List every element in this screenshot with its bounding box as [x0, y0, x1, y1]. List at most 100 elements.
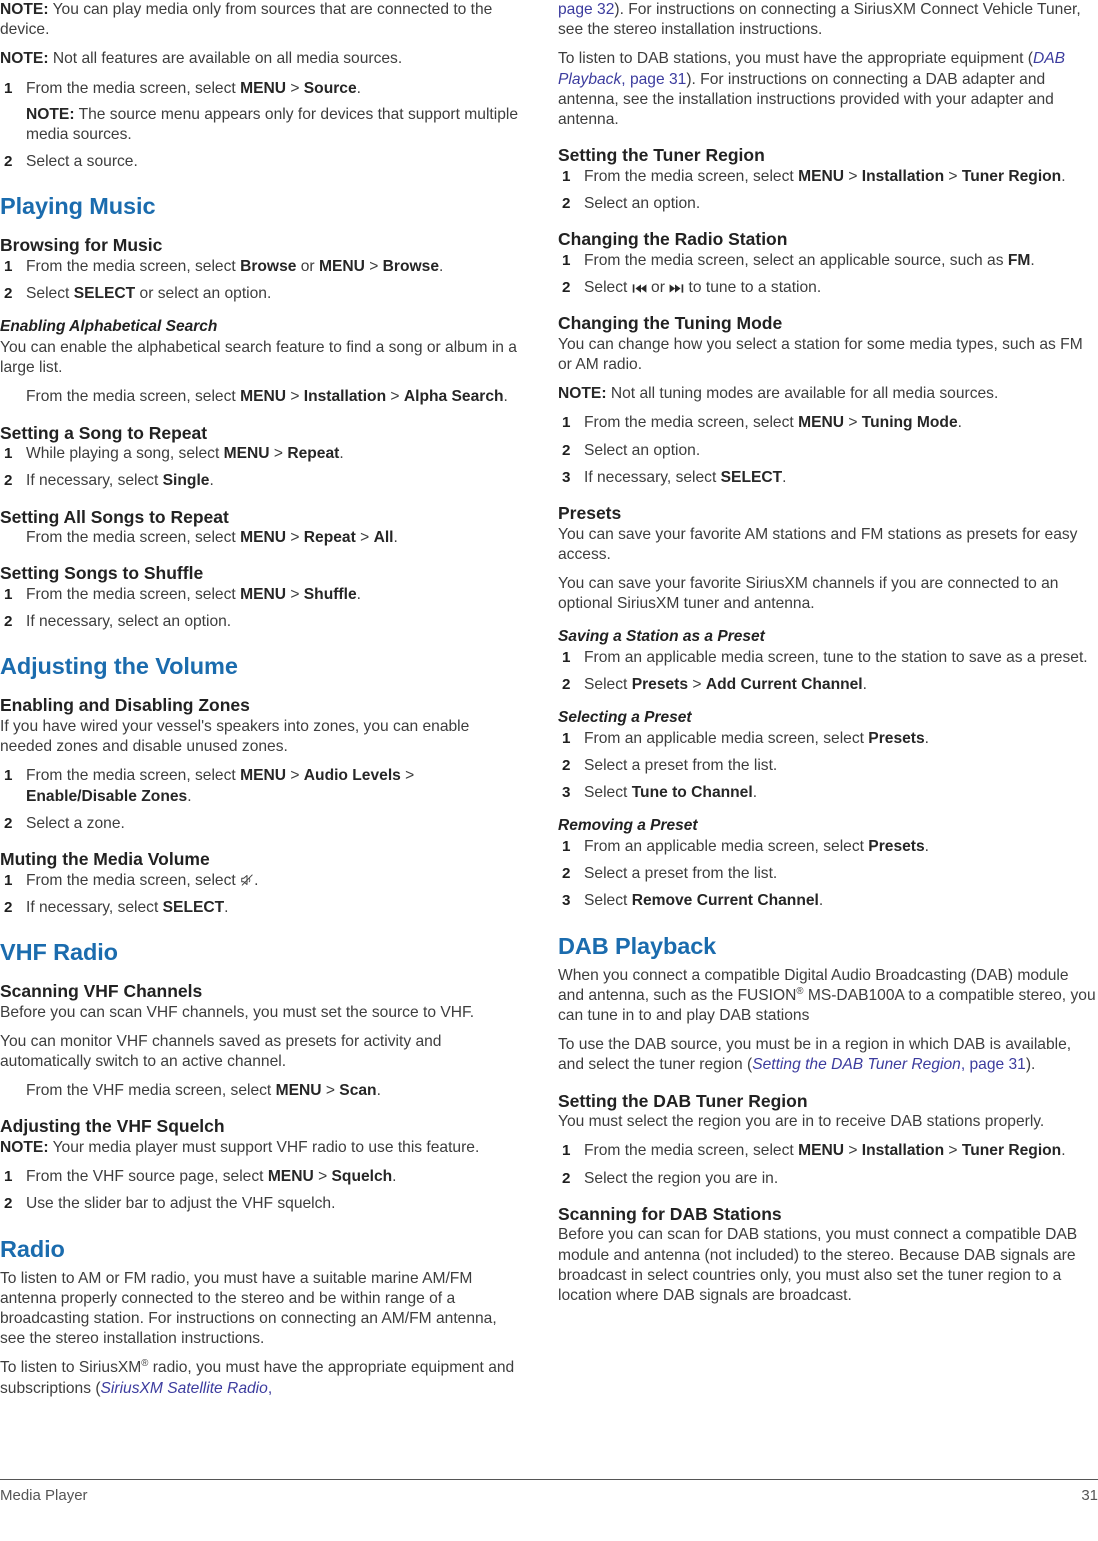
step-text: From an applicable media screen, select: [584, 838, 869, 856]
step-text: If necessary, select an option.: [26, 613, 232, 631]
step-text: From an applicable media screen, select: [584, 729, 869, 747]
separator: >: [355, 529, 374, 547]
step-text: From the VHF media screen, select: [26, 1082, 276, 1100]
list-item: Select a preset from the list.: [558, 864, 1098, 884]
tuning-mode-keyword: Tuning Mode: [861, 414, 958, 432]
installation-keyword: Installation: [861, 167, 945, 185]
scan-keyword: Scan: [339, 1082, 377, 1100]
presets-keyword: Presets: [868, 729, 925, 747]
list-item: From an applicable media screen, tune to…: [558, 648, 1098, 668]
period: .: [376, 1082, 381, 1100]
step-text: Select an option.: [584, 194, 701, 212]
subsection-heading-tuning-mode: Changing the Tuning Mode: [558, 313, 783, 334]
browse-keyword: Browse: [382, 257, 439, 275]
note-text: The source menu appears only for devices…: [26, 105, 519, 143]
period: .: [1030, 251, 1035, 269]
skip-backward-icon: [632, 283, 647, 294]
tuner-region-keyword: Tuner Region: [961, 167, 1062, 185]
scanning-vhf-step: From the VHF media screen, select MENU >…: [0, 1081, 521, 1101]
step-text: From the media screen, select: [26, 257, 241, 275]
radio-text: To listen to SiriusXM: [0, 1359, 142, 1377]
scanning-dab-intro: Before you can scan for DAB stations, yo…: [558, 1226, 1078, 1304]
step-text: Select a source.: [26, 153, 138, 171]
radio-p1: To listen to AM or FM radio, you must ha…: [0, 1269, 497, 1348]
cross-reference-comma: ,: [621, 70, 630, 88]
cross-reference-page[interactable]: page 31: [969, 1056, 1025, 1073]
step-text: Select a zone.: [26, 814, 125, 832]
dab-tuner-region-steps: From the media screen, select MENU > Ins…: [558, 1141, 1098, 1188]
audio-levels-keyword: Audio Levels: [303, 767, 401, 785]
list-item: If necessary, select an option.: [0, 612, 521, 632]
footer-section-title: Media Player: [0, 1487, 88, 1504]
tuner-region-steps: From the media screen, select MENU > Ins…: [558, 167, 1098, 214]
note-label: NOTE:: [0, 50, 49, 68]
menu-keyword: MENU: [267, 1168, 314, 1186]
step-text: Select: [584, 784, 632, 802]
note-text: Not all features are available on all me…: [48, 50, 403, 68]
menu-keyword: MENU: [798, 414, 844, 432]
period: .: [224, 898, 229, 916]
note-text: Your media player must support VHF radio…: [48, 1139, 480, 1157]
note-label: NOTE:: [0, 1139, 49, 1157]
page-footer: Media Player 31: [0, 1479, 1098, 1523]
list-item: From the media screen, select .: [0, 871, 521, 891]
list-item: From the VHF source page, select MENU > …: [0, 1167, 521, 1187]
dab-tuner-region-intro: You must select the region you are in to…: [558, 1113, 1045, 1131]
step-text: From the media screen, select: [26, 79, 241, 97]
cross-reference-link[interactable]: Setting the DAB Tuner Region: [752, 1056, 961, 1073]
step-text: Select an option.: [584, 441, 701, 459]
menu-keyword: MENU: [240, 388, 286, 406]
list-item: Select SELECT or select an option.: [0, 284, 521, 304]
step-text: From the media screen, select: [26, 388, 241, 406]
period: .: [752, 784, 758, 802]
note-label: NOTE:: [558, 385, 607, 403]
select-keyword: SELECT: [720, 468, 783, 486]
zones-intro: If you have wired your vessel's speakers…: [0, 718, 470, 756]
note-label: NOTE:: [0, 1, 49, 18]
presets-p2: You can save your favorite SiriusXM chan…: [558, 574, 1059, 613]
squelch-steps: From the VHF source page, select MENU > …: [0, 1167, 521, 1214]
cross-reference-link[interactable]: SiriusXM Satellite Radio: [101, 1380, 268, 1397]
removing-preset-steps: From an applicable media screen, select …: [558, 837, 1098, 912]
step-text: From the media screen, select: [26, 585, 241, 603]
step-text: Select: [584, 892, 632, 910]
radio-text: To listen to DAB stations, you must have…: [558, 50, 1033, 68]
footer-content: Media Player 31: [0, 1487, 1098, 1504]
changing-station-steps: From the media screen, select an applica…: [558, 251, 1098, 298]
period: .: [862, 676, 867, 694]
menu-keyword: MENU: [275, 1082, 322, 1100]
period: .: [187, 787, 192, 805]
list-item: If necessary, select SELECT.: [558, 468, 1098, 488]
period: .: [957, 414, 962, 432]
list-item: From the media screen, select MENU > Ins…: [558, 1141, 1098, 1161]
separator: >: [286, 388, 304, 406]
subsection-heading-presets: Presets: [558, 502, 622, 523]
tune-to-channel-keyword: Tune to Channel: [631, 784, 753, 802]
fm-keyword: FM: [1007, 251, 1031, 269]
subsection-heading-selecting-preset: Selecting a Preset: [558, 709, 692, 727]
list-item: If necessary, select SELECT.: [0, 898, 521, 918]
list-item: Use the slider bar to adjust the VHF squ…: [0, 1194, 521, 1214]
list-item: Select a source.: [0, 152, 521, 172]
section-heading-radio: Radio: [0, 1235, 65, 1262]
dab-text: ).: [1025, 1056, 1036, 1074]
menu-keyword: MENU: [240, 585, 286, 603]
radio-continued-p1: page 32). For instructions on connecting…: [558, 0, 1098, 40]
period: .: [1061, 167, 1066, 185]
note-text: Not all tuning modes are available for a…: [606, 385, 999, 403]
menu-keyword: MENU: [240, 767, 286, 785]
separator: >: [313, 1168, 332, 1186]
cross-reference-link[interactable]: page 32: [558, 1, 614, 18]
alpha-search-keyword: Alpha Search: [403, 388, 504, 406]
remove-current-channel-keyword: Remove Current Channel: [631, 892, 819, 910]
separator: >: [364, 257, 383, 275]
conjunction: or: [296, 257, 319, 275]
two-column-body: NOTE: You can play media only from sourc…: [0, 0, 1098, 1470]
cross-reference-page[interactable]: page 31: [630, 71, 686, 88]
note-label: NOTE:: [26, 105, 75, 123]
separator: >: [286, 529, 304, 547]
step-text: From the media screen, select: [584, 1142, 799, 1160]
repeat-keyword: Repeat: [287, 445, 340, 463]
nested-note: NOTE: The source menu appears only for d…: [26, 105, 521, 145]
separator: >: [269, 445, 288, 463]
